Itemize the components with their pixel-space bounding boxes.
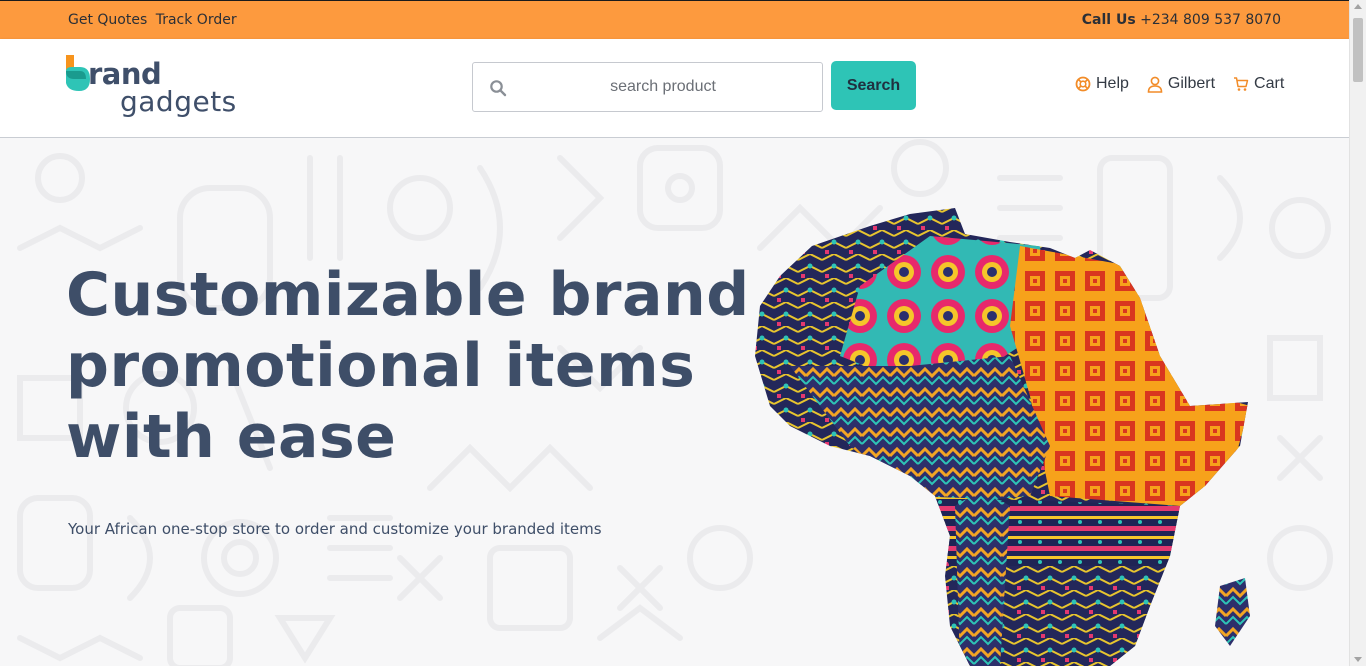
site-header: rand gadgets Search Help [0, 39, 1349, 138]
top-links: Get Quotes Track Order [68, 12, 241, 28]
user-icon [1147, 76, 1163, 93]
user-name: Gilbert [1167, 75, 1216, 92]
account-link[interactable]: Gilbert [1147, 75, 1215, 93]
hero-title: Customizable brand promotional items wit… [66, 260, 750, 472]
scroll-up-arrow-icon[interactable] [1354, 4, 1362, 9]
search-button[interactable]: Search [831, 61, 916, 110]
page-scrollbar[interactable] [1349, 0, 1366, 666]
hero-subtitle: Your African one-stop store to order and… [68, 520, 602, 538]
search-box [472, 62, 823, 112]
header-nav: Help Gilbert Cart [1075, 75, 1284, 93]
brand-logo[interactable]: rand gadgets [66, 53, 246, 123]
scrollbar-thumb[interactable] [1353, 18, 1363, 82]
call-us: Call Us +234 809 537 8070 [1082, 12, 1281, 28]
phone-number[interactable]: +234 809 537 8070 [1140, 12, 1281, 28]
hero-section: Customizable brand promotional items wit… [0, 138, 1349, 666]
track-order-link[interactable]: Track Order [156, 12, 237, 28]
call-us-label: Call Us [1081, 12, 1136, 28]
top-bar: Get Quotes Track Order Call Us +234 809 … [0, 0, 1349, 39]
help-label: Help [1096, 75, 1129, 92]
cart-link[interactable]: Cart [1233, 75, 1284, 93]
africa-pattern-map-illustration [755, 208, 1250, 666]
scroll-down-arrow-icon[interactable] [1354, 657, 1362, 662]
get-quotes-link[interactable]: Get Quotes [68, 12, 147, 28]
search-input[interactable] [513, 64, 813, 110]
search-icon [490, 80, 507, 97]
help-link[interactable]: Help [1075, 75, 1129, 93]
cart-icon [1234, 77, 1249, 91]
logo-gadgets-text: gadgets [120, 85, 237, 118]
help-lifebuoy-icon [1075, 76, 1091, 92]
cart-label: Cart [1254, 75, 1285, 92]
